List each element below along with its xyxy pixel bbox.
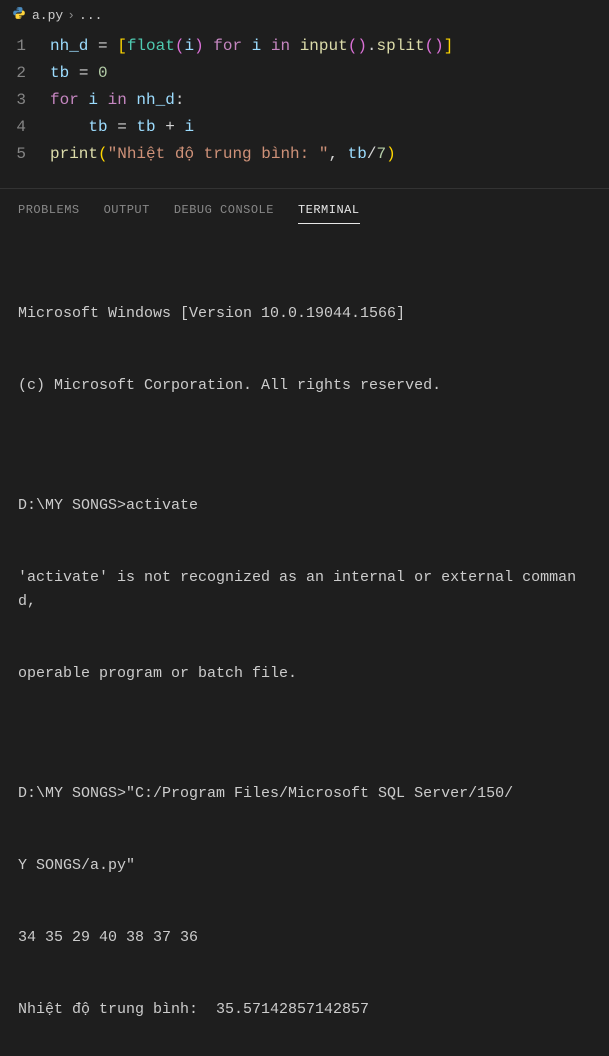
terminal[interactable]: Microsoft Windows [Version 10.0.19044.15… [0, 224, 609, 1056]
code-line: 2 tb = 0 [0, 60, 609, 87]
line-number: 2 [0, 60, 50, 87]
terminal-line: Microsoft Windows [Version 10.0.19044.15… [18, 302, 591, 326]
terminal-line: D:\MY SONGS>activate [18, 494, 591, 518]
terminal-line: 'activate' is not recognized as an inter… [18, 566, 591, 614]
code-content[interactable]: print("Nhiệt độ trung bình: ", tb/7) [50, 141, 609, 168]
tab-debug-console[interactable]: DEBUG CONSOLE [174, 197, 274, 224]
terminal-line: (c) Microsoft Corporation. All rights re… [18, 374, 591, 398]
code-line: 4 tb = tb + i [0, 114, 609, 141]
breadcrumb-file: a.py [32, 8, 63, 23]
terminal-line: Nhiệt độ trung bình: 35.57142857142857 [18, 998, 591, 1022]
line-number: 1 [0, 33, 50, 60]
line-number: 5 [0, 141, 50, 168]
breadcrumb[interactable]: a.py › ... [0, 0, 609, 31]
line-number: 3 [0, 87, 50, 114]
terminal-line: Y SONGS/a.py" [18, 854, 591, 878]
panel-tabs: PROBLEMS OUTPUT DEBUG CONSOLE TERMINAL [0, 188, 609, 224]
terminal-line: operable program or batch file. [18, 662, 591, 686]
code-line: 5 print("Nhiệt độ trung bình: ", tb/7) [0, 141, 609, 168]
code-line: 3 for i in nh_d: [0, 87, 609, 114]
tab-problems[interactable]: PROBLEMS [18, 197, 80, 224]
code-content[interactable]: for i in nh_d: [50, 87, 609, 114]
terminal-line: D:\MY SONGS>"C:/Program Files/Microsoft … [18, 782, 591, 806]
code-content[interactable]: nh_d = [float(i) for i in input().split(… [50, 33, 609, 60]
tab-terminal[interactable]: TERMINAL [298, 197, 360, 224]
line-number: 4 [0, 114, 50, 141]
breadcrumb-more: ... [79, 8, 102, 23]
code-content[interactable]: tb = 0 [50, 60, 609, 87]
terminal-line: 34 35 29 40 38 37 36 [18, 926, 591, 950]
code-content[interactable]: tb = tb + i [50, 114, 609, 141]
python-icon [12, 6, 26, 25]
breadcrumb-separator: › [67, 8, 75, 23]
code-line: 1 nh_d = [float(i) for i in input().spli… [0, 33, 609, 60]
tab-output[interactable]: OUTPUT [104, 197, 150, 224]
editor[interactable]: 1 nh_d = [float(i) for i in input().spli… [0, 31, 609, 188]
